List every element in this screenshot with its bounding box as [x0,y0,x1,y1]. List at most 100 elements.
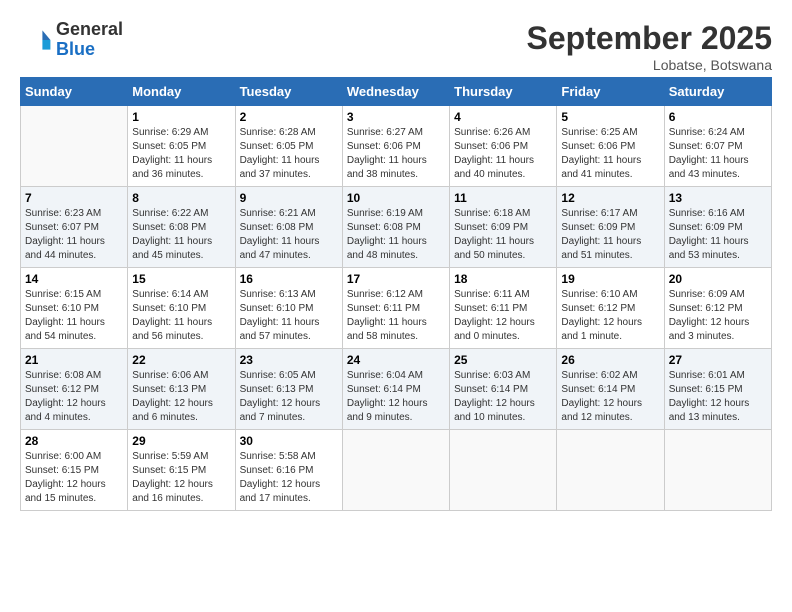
header-friday: Friday [557,78,664,106]
header-wednesday: Wednesday [342,78,449,106]
day-number: 13 [669,191,767,205]
calendar-cell: 8 Sunrise: 6:22 AMSunset: 6:08 PMDaylight… [128,187,235,268]
day-info: Sunrise: 6:06 AMSunset: 6:13 PMDaylight:… [132,369,230,425]
day-info: Sunrise: 6:12 AMSunset: 6:11 PMDaylight:… [347,288,445,344]
calendar-cell: 21Sunrise: 6:08 AMSunset: 6:12 PMDayligh… [21,349,128,430]
day-info: Sunrise: 6:08 AMSunset: 6:12 PMDaylight:… [25,369,123,425]
logo-icon [20,24,52,56]
calendar: SundayMondayTuesdayWednesdayThursdayFrid… [20,77,772,511]
day-number: 25 [454,353,552,367]
calendar-cell: 3 Sunrise: 6:27 AMSunset: 6:06 PMDaylight… [342,106,449,187]
day-info: Sunrise: 6:28 AMSunset: 6:05 PMDaylight:… [240,126,338,182]
day-number: 17 [347,272,445,286]
day-number: 24 [347,353,445,367]
day-info: Sunrise: 6:14 AMSunset: 6:10 PMDaylight:… [132,288,230,344]
day-number: 16 [240,272,338,286]
day-number: 2 [240,110,338,124]
logo-text: General Blue [56,20,123,60]
day-info: Sunrise: 6:03 AMSunset: 6:14 PMDaylight:… [454,369,552,425]
calendar-cell: 19Sunrise: 6:10 AMSunset: 6:12 PMDayligh… [557,268,664,349]
day-number: 27 [669,353,767,367]
calendar-cell: 6 Sunrise: 6:24 AMSunset: 6:07 PMDaylight… [664,106,771,187]
day-number: 5 [561,110,659,124]
calendar-week-5: 28 Sunrise: 6:00 AMSunset: 6:15 PMDayligh… [21,430,772,511]
calendar-cell: 11 Sunrise: 6:18 AMSunset: 6:09 PMDayligh… [450,187,557,268]
day-number: 14 [25,272,123,286]
header-sunday: Sunday [21,78,128,106]
logo-general: General [56,19,123,39]
page-header: General Blue September 2025 Lobatse, Bot… [20,20,772,73]
location: Lobatse, Botswana [527,57,772,73]
day-info: Sunrise: 6:17 AMSunset: 6:09 PMDaylight:… [561,207,659,263]
day-number: 20 [669,272,767,286]
calendar-cell: 18 Sunrise: 6:11 AMSunset: 6:11 PMDayligh… [450,268,557,349]
calendar-cell: 9 Sunrise: 6:21 AMSunset: 6:08 PMDaylight… [235,187,342,268]
day-info: Sunrise: 6:02 AMSunset: 6:14 PMDaylight:… [561,369,659,425]
calendar-week-2: 7Sunrise: 6:23 AMSunset: 6:07 PMDaylight… [21,187,772,268]
day-info: Sunrise: 6:09 AMSunset: 6:12 PMDaylight:… [669,288,767,344]
day-number: 29 [132,434,230,448]
calendar-cell: 7Sunrise: 6:23 AMSunset: 6:07 PMDaylight… [21,187,128,268]
day-number: 26 [561,353,659,367]
day-info: Sunrise: 6:15 AMSunset: 6:10 PMDaylight:… [25,288,123,344]
calendar-cell: 5Sunrise: 6:25 AMSunset: 6:06 PMDaylight… [557,106,664,187]
calendar-cell: 20 Sunrise: 6:09 AMSunset: 6:12 PMDayligh… [664,268,771,349]
day-number: 7 [25,191,123,205]
calendar-cell: 10 Sunrise: 6:19 AMSunset: 6:08 PMDayligh… [342,187,449,268]
title-block: September 2025 Lobatse, Botswana [527,20,772,73]
day-info: Sunrise: 6:13 AMSunset: 6:10 PMDaylight:… [240,288,338,344]
day-info: Sunrise: 6:19 AMSunset: 6:08 PMDaylight:… [347,207,445,263]
day-number: 9 [240,191,338,205]
day-number: 10 [347,191,445,205]
calendar-cell: 13Sunrise: 6:16 AMSunset: 6:09 PMDayligh… [664,187,771,268]
calendar-cell [557,430,664,511]
day-info: Sunrise: 5:59 AMSunset: 6:15 PMDaylight:… [132,450,230,506]
day-info: Sunrise: 6:22 AMSunset: 6:08 PMDaylight:… [132,207,230,263]
day-info: Sunrise: 6:21 AMSunset: 6:08 PMDaylight:… [240,207,338,263]
header-monday: Monday [128,78,235,106]
calendar-week-3: 14 Sunrise: 6:15 AMSunset: 6:10 PMDayligh… [21,268,772,349]
day-info: Sunrise: 6:27 AMSunset: 6:06 PMDaylight:… [347,126,445,182]
day-number: 3 [347,110,445,124]
calendar-cell: 23Sunrise: 6:05 AMSunset: 6:13 PMDayligh… [235,349,342,430]
month-title: September 2025 [527,20,772,57]
day-number: 30 [240,434,338,448]
day-number: 18 [454,272,552,286]
day-number: 15 [132,272,230,286]
day-info: Sunrise: 5:58 AMSunset: 6:16 PMDaylight:… [240,450,338,506]
calendar-cell: 25 Sunrise: 6:03 AMSunset: 6:14 PMDayligh… [450,349,557,430]
header-tuesday: Tuesday [235,78,342,106]
day-number: 12 [561,191,659,205]
day-number: 22 [132,353,230,367]
calendar-cell [664,430,771,511]
calendar-week-4: 21Sunrise: 6:08 AMSunset: 6:12 PMDayligh… [21,349,772,430]
calendar-cell: 28 Sunrise: 6:00 AMSunset: 6:15 PMDayligh… [21,430,128,511]
day-number: 11 [454,191,552,205]
calendar-cell: 29 Sunrise: 5:59 AMSunset: 6:15 PMDayligh… [128,430,235,511]
day-number: 6 [669,110,767,124]
day-info: Sunrise: 6:24 AMSunset: 6:07 PMDaylight:… [669,126,767,182]
day-info: Sunrise: 6:00 AMSunset: 6:15 PMDaylight:… [25,450,123,506]
day-info: Sunrise: 6:29 AMSunset: 6:05 PMDaylight:… [132,126,230,182]
calendar-header-row: SundayMondayTuesdayWednesdayThursdayFrid… [21,78,772,106]
calendar-cell [450,430,557,511]
header-thursday: Thursday [450,78,557,106]
day-number: 28 [25,434,123,448]
calendar-cell: 26 Sunrise: 6:02 AMSunset: 6:14 PMDayligh… [557,349,664,430]
header-saturday: Saturday [664,78,771,106]
calendar-week-1: 1 Sunrise: 6:29 AMSunset: 6:05 PMDaylight… [21,106,772,187]
calendar-cell: 27 Sunrise: 6:01 AMSunset: 6:15 PMDayligh… [664,349,771,430]
day-info: Sunrise: 6:11 AMSunset: 6:11 PMDaylight:… [454,288,552,344]
day-info: Sunrise: 6:26 AMSunset: 6:06 PMDaylight:… [454,126,552,182]
calendar-cell: 15 Sunrise: 6:14 AMSunset: 6:10 PMDayligh… [128,268,235,349]
day-number: 4 [454,110,552,124]
day-number: 8 [132,191,230,205]
calendar-cell [21,106,128,187]
calendar-cell: 16 Sunrise: 6:13 AMSunset: 6:10 PMDayligh… [235,268,342,349]
day-info: Sunrise: 6:04 AMSunset: 6:14 PMDaylight:… [347,369,445,425]
day-number: 1 [132,110,230,124]
day-info: Sunrise: 6:01 AMSunset: 6:15 PMDaylight:… [669,369,767,425]
calendar-cell: 14 Sunrise: 6:15 AMSunset: 6:10 PMDayligh… [21,268,128,349]
day-info: Sunrise: 6:18 AMSunset: 6:09 PMDaylight:… [454,207,552,263]
calendar-cell: 4 Sunrise: 6:26 AMSunset: 6:06 PMDaylight… [450,106,557,187]
